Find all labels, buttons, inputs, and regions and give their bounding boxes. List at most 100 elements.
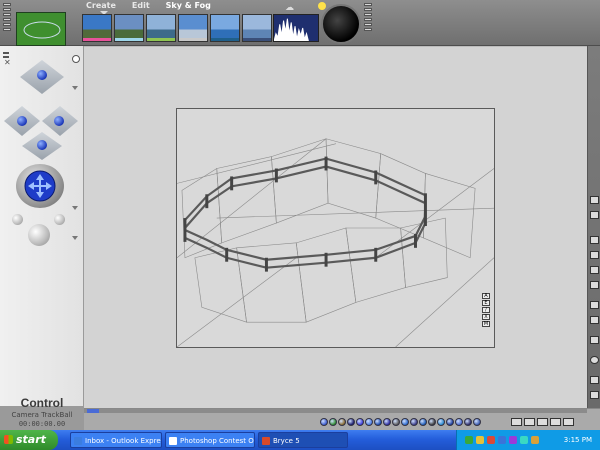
sphere-large-icon[interactable] bbox=[28, 224, 50, 246]
tray-icons bbox=[465, 436, 539, 444]
object-tool-8[interactable] bbox=[383, 418, 391, 426]
camera-ball-center-icon bbox=[37, 140, 47, 150]
nano-preview[interactable] bbox=[16, 12, 66, 46]
object-tool-1[interactable] bbox=[320, 418, 328, 426]
control-title: Control bbox=[20, 396, 64, 410]
object-tool-7[interactable] bbox=[374, 418, 382, 426]
object-tool-18[interactable] bbox=[473, 418, 481, 426]
tray-icon-3[interactable] bbox=[487, 436, 495, 444]
view-dropdown-icon[interactable] bbox=[72, 86, 78, 90]
object-tool-9[interactable] bbox=[392, 418, 400, 426]
preset-color-bar bbox=[211, 38, 239, 41]
workspace[interactable]: A E / X M bbox=[84, 46, 587, 408]
object-tool-12[interactable] bbox=[419, 418, 427, 426]
preset-color-bar bbox=[83, 38, 111, 41]
tool-btn-7[interactable] bbox=[590, 336, 599, 344]
sky-preset-6[interactable] bbox=[242, 14, 272, 42]
brush-icon[interactable] bbox=[590, 196, 599, 204]
task-bryce[interactable]: Bryce 5 bbox=[258, 432, 348, 448]
object-tool-10[interactable] bbox=[401, 418, 409, 426]
preset-color-bar bbox=[243, 38, 271, 41]
outlook-icon bbox=[74, 437, 82, 445]
tool-btn-4[interactable] bbox=[590, 281, 599, 289]
eraser-icon[interactable] bbox=[590, 211, 599, 219]
sun-position-dial[interactable] bbox=[321, 4, 361, 44]
tray-icon-2[interactable] bbox=[476, 436, 484, 444]
tool-btn-9[interactable] bbox=[590, 376, 599, 384]
sky-preset-2[interactable] bbox=[114, 14, 144, 42]
sphere-small-right-icon[interactable] bbox=[54, 214, 65, 225]
grip-handle-left[interactable] bbox=[3, 3, 11, 31]
cloud-histogram[interactable] bbox=[273, 14, 319, 42]
windows-flag-icon bbox=[4, 435, 13, 444]
viewport-tool-1[interactable]: A bbox=[482, 293, 490, 299]
task-outlook[interactable]: Inbox - Outlook Express bbox=[70, 432, 162, 448]
tool-btn-10[interactable] bbox=[590, 391, 599, 399]
photoshop-icon bbox=[169, 437, 177, 445]
camera-mode-label: Camera TrackBall bbox=[11, 411, 73, 419]
grip-handle-right[interactable] bbox=[364, 3, 372, 31]
start-label: start bbox=[16, 433, 46, 446]
sphere-dropdown-icon[interactable] bbox=[72, 236, 78, 240]
clock: 3:15 PM bbox=[563, 436, 592, 444]
system-tray: 3:15 PM bbox=[456, 430, 600, 450]
tool-btn-6[interactable] bbox=[590, 316, 599, 324]
preset-color-bar bbox=[179, 38, 207, 41]
tray-icon-1[interactable] bbox=[465, 436, 473, 444]
viewport-tool-2[interactable]: E bbox=[482, 300, 490, 306]
object-tool-15[interactable] bbox=[446, 418, 454, 426]
viewport-tool-3[interactable]: / bbox=[482, 307, 490, 313]
menu-edit[interactable]: Edit bbox=[132, 0, 150, 12]
object-tool-14[interactable] bbox=[437, 418, 445, 426]
timeline-thumb[interactable] bbox=[87, 409, 99, 413]
object-tool-17[interactable] bbox=[464, 418, 472, 426]
rewind-button[interactable] bbox=[511, 418, 522, 426]
object-tool-row bbox=[320, 418, 481, 426]
menu-sky-fog[interactable]: Sky & Fog bbox=[166, 0, 211, 12]
task-photoshop[interactable]: Photoshop Contest O... bbox=[165, 432, 255, 448]
tool-btn-5[interactable] bbox=[590, 301, 599, 309]
start-button[interactable]: start bbox=[0, 430, 58, 450]
sky-preset-5[interactable] bbox=[210, 14, 240, 42]
tool-btn-2[interactable] bbox=[590, 251, 599, 259]
sky-preset-1[interactable] bbox=[82, 14, 112, 42]
object-tool-4[interactable] bbox=[347, 418, 355, 426]
forward-button[interactable] bbox=[550, 418, 561, 426]
object-tool-3[interactable] bbox=[338, 418, 346, 426]
close-icon[interactable]: ✕ bbox=[4, 58, 11, 67]
viewport-tool-4[interactable]: X bbox=[482, 314, 490, 320]
trackball[interactable] bbox=[16, 164, 64, 208]
tool-btn-1[interactable] bbox=[590, 236, 599, 244]
windows-taskbar: start Inbox - Outlook Express Photoshop … bbox=[0, 430, 600, 450]
tool-btn-8[interactable] bbox=[590, 356, 599, 364]
sun-icon[interactable] bbox=[318, 2, 326, 10]
sphere-small-left-icon[interactable] bbox=[12, 214, 23, 225]
tray-icon-6[interactable] bbox=[520, 436, 528, 444]
tool-btn-3[interactable] bbox=[590, 266, 599, 274]
3d-viewport[interactable] bbox=[176, 108, 495, 348]
tray-icon-7[interactable] bbox=[531, 436, 539, 444]
object-tool-5[interactable] bbox=[356, 418, 364, 426]
camera-label-group: Control Camera TrackBall 00:00:00.00 bbox=[0, 396, 84, 428]
viewport-tool-5[interactable]: M bbox=[482, 321, 490, 327]
timeline-scrubber[interactable] bbox=[84, 409, 587, 413]
radio-icon[interactable] bbox=[72, 55, 80, 63]
bryce-icon bbox=[262, 437, 270, 445]
cloud-icon[interactable]: ☁ bbox=[285, 3, 294, 13]
animation-bar bbox=[84, 408, 600, 430]
task-label-outlook: Inbox - Outlook Express bbox=[85, 437, 162, 445]
object-tool-6[interactable] bbox=[365, 418, 373, 426]
sky-preset-3[interactable] bbox=[146, 14, 176, 42]
tray-icon-4[interactable] bbox=[498, 436, 506, 444]
play-button[interactable] bbox=[537, 418, 548, 426]
back-button[interactable] bbox=[524, 418, 535, 426]
object-tool-16[interactable] bbox=[455, 418, 463, 426]
object-tool-13[interactable] bbox=[428, 418, 436, 426]
trackball-dropdown-icon[interactable] bbox=[72, 206, 78, 210]
sky-preset-4[interactable] bbox=[178, 14, 208, 42]
task-label-photoshop: Photoshop Contest O... bbox=[180, 437, 255, 445]
object-tool-11[interactable] bbox=[410, 418, 418, 426]
object-tool-2[interactable] bbox=[329, 418, 337, 426]
tray-icon-5[interactable] bbox=[509, 436, 517, 444]
end-button[interactable] bbox=[563, 418, 574, 426]
